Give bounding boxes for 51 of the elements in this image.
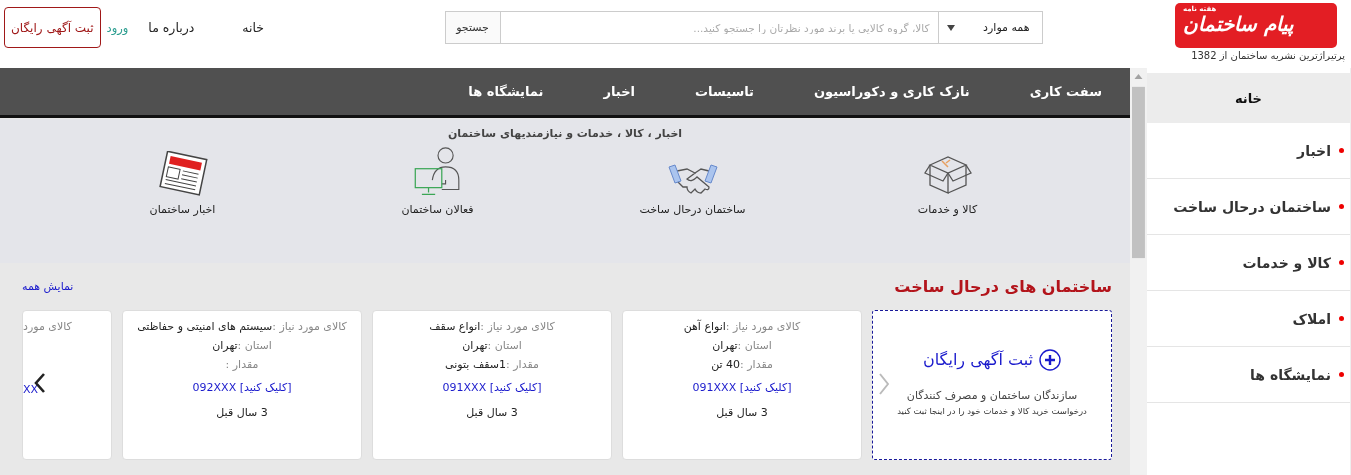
amount-text: مقدار :40 تن	[711, 357, 773, 373]
bullet-icon	[1339, 204, 1344, 209]
required-item-text: کالای مورد نیاز :انواع آهن	[683, 318, 801, 335]
posted-time: 3 سال قبل	[466, 405, 518, 421]
categories-title: اخبار ، کالا ، خدمات و نیازمندیهای ساختمان	[447, 127, 683, 140]
search-field[interactable]: کالا، گروه کالایی یا برند مورد نظرتان را جستجو کنید...	[500, 11, 938, 44]
phone-link[interactable]: 091XXX [کلیک کنید]	[692, 378, 792, 397]
category-link[interactable]: ساختمان درحال ساخت	[565, 146, 820, 216]
phone-link[interactable]: 092XXX [کلیک کنید]	[192, 378, 292, 397]
caret-icon	[946, 24, 955, 31]
required-item-text: کالای مورد نیاز :سیستم های امنیتی و حفاظتی	[137, 319, 347, 335]
category-link[interactable]: کالا و خدمات	[820, 146, 1075, 216]
required-item-text: کالای مورد	[23, 319, 72, 335]
bullet-icon	[1339, 260, 1344, 265]
category-select[interactable]: همه موارد	[937, 11, 1043, 44]
header-link[interactable]: خانه	[208, 20, 291, 35]
nav-item[interactable]: سفت کاری	[999, 84, 1102, 99]
phone-link[interactable]: 091XXX [کلیک کنید]	[442, 378, 542, 397]
bullet-icon	[1339, 372, 1344, 377]
plus-icon	[1039, 348, 1061, 371]
nav-item[interactable]: تاسیسات	[664, 84, 784, 99]
post-ad-card[interactable]: ثبت آگهی رایگان سازندگان ساختمان و مصرف کنندگان درخواست خرید کالا و خدمات خود را در اینجا ثبت کنید	[872, 310, 1112, 460]
show-all-link[interactable]: نمایش همه	[22, 279, 74, 293]
search-button[interactable]: جستجو	[444, 11, 501, 44]
amount-text: مقدار :1سقف بتونی	[445, 357, 539, 373]
post-ad-button[interactable]: ثبت آگهی رایگان	[4, 7, 101, 48]
logo-title: پیام ساختمان	[1183, 13, 1294, 35]
province-text: استان :تهران	[712, 338, 772, 354]
nav-item[interactable]: نمایشگاه ها	[438, 84, 574, 99]
phone-link[interactable]: XX	[23, 380, 39, 399]
posted-time: 3 سال قبل	[716, 405, 768, 421]
bullet-icon	[1339, 316, 1344, 321]
bullet-icon	[1339, 148, 1344, 153]
section-title: ساختمان های درحال ساخت	[894, 276, 1112, 296]
province-text: استان :تهران	[212, 338, 272, 354]
province-text: استان :تهران	[462, 338, 522, 354]
post-ad-subtitle: سازندگان ساختمان و مصرف کنندگان	[906, 388, 1078, 402]
nav-item[interactable]: نازک کاری و دکوراسیون	[784, 84, 1000, 99]
nav-item[interactable]: اخبار	[573, 84, 665, 99]
post-ad-note: درخواست خرید کالا و خدمات خود را در اینجا ثبت کنید	[897, 405, 1087, 416]
sidebar-item[interactable]: خانه	[1146, 73, 1350, 123]
scrollbar[interactable]	[1130, 68, 1147, 475]
tagline: پرتیراژترین نشریه ساختمان از 1382	[1191, 50, 1345, 61]
required-item-text: کالای مورد نیاز :انواع سقف	[429, 319, 555, 335]
category-link[interactable]: اخبار ساختمان	[55, 146, 310, 216]
posted-time: 3 سال قبل	[216, 405, 268, 421]
amount-text: مقدار :	[225, 357, 259, 373]
category-link[interactable]: فعالان ساختمان	[310, 146, 565, 216]
post-ad-title: ثبت آگهی رایگان	[923, 348, 1061, 371]
chevron-right-icon[interactable]	[879, 373, 889, 395]
header-link[interactable]: درباره ما	[134, 20, 209, 35]
